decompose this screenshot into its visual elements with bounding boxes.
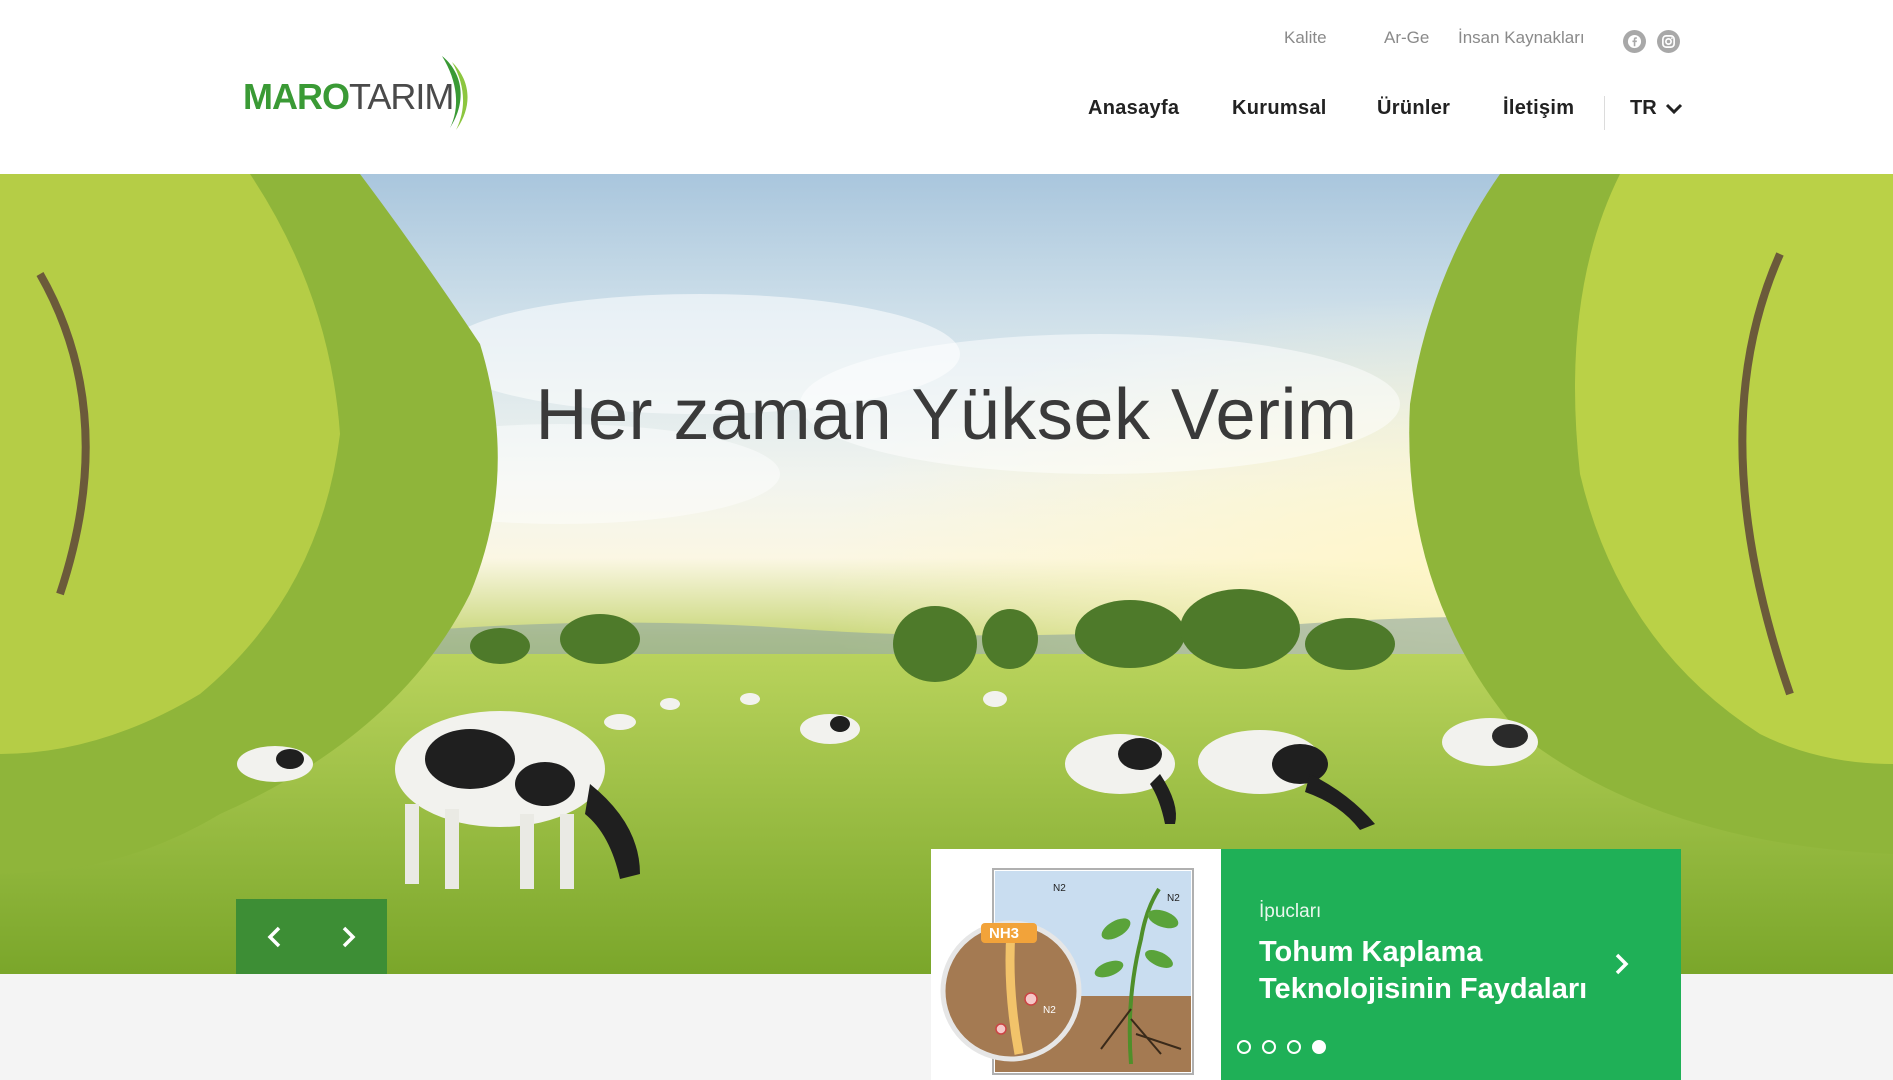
chevron-right-icon [1615,953,1629,975]
tip-card[interactable]: İpucları Tohum Kaplama Teknolojisinin Fa… [1221,849,1681,1080]
topnav-link-insan-kaynaklari[interactable]: İnsan Kaynakları [1458,28,1585,52]
logo-wordmark: MAROTARIM [243,76,454,118]
topnav-link-ar-ge[interactable]: Ar-Ge [1384,28,1429,52]
language-label: TR [1630,97,1657,119]
chevron-down-icon [1665,103,1682,114]
chevron-right-icon [342,926,355,947]
illustration-label-n2: N2 [1053,883,1066,894]
illustration-label-nh3: NH3 [989,925,1019,942]
illustration-label-n2: N2 [1167,893,1180,904]
pagination-dot-4[interactable] [1312,1040,1326,1054]
chevron-left-icon [267,926,280,947]
leaf-swoosh-icon [442,56,468,130]
slider-next-button[interactable] [311,899,386,974]
logo-text-maro: MARO [243,76,350,117]
pagination-dot-3[interactable] [1287,1040,1301,1054]
tip-category: İpucları [1259,901,1322,922]
illustration-label-n2: N2 [1043,1005,1056,1016]
pagination-dot-1[interactable] [1237,1040,1251,1054]
logo[interactable]: MAROTARIM [243,52,473,132]
pagination-dot-2[interactable] [1262,1040,1276,1054]
tip-pagination [1237,1040,1326,1054]
nav-divider [1604,96,1605,130]
nav-item-anasayfa[interactable]: Anasayfa [1088,97,1179,120]
slider-controls [236,899,387,974]
page: MAROTARIM Kalite Ar-Ge İnsan Kaynakları … [0,0,1893,1080]
nav-item-kurumsal[interactable]: Kurumsal [1232,97,1327,120]
tip-next-button[interactable] [1607,949,1637,979]
language-selector[interactable]: TR [1630,97,1683,120]
topnav-link-kalite[interactable]: Kalite [1284,28,1327,52]
hero-title: Her zaman Yüksek Verim [535,375,1358,455]
slider-prev-button[interactable] [236,899,311,974]
instagram-icon[interactable] [1657,30,1680,53]
tip-title[interactable]: Tohum Kaplama Teknolojisinin Faydaları [1259,934,1599,1008]
nitrogen-fixation-illustration: N2 N2 NH3 N2 [940,868,1194,1075]
tip-illustration[interactable]: N2 N2 NH3 N2 [931,849,1221,1080]
site-header: MAROTARIM Kalite Ar-Ge İnsan Kaynakları … [0,0,1893,174]
facebook-icon[interactable] [1623,30,1646,53]
nav-item-urunler[interactable]: Ürünler [1377,97,1450,120]
nav-item-iletisim[interactable]: İletişim [1503,97,1574,120]
